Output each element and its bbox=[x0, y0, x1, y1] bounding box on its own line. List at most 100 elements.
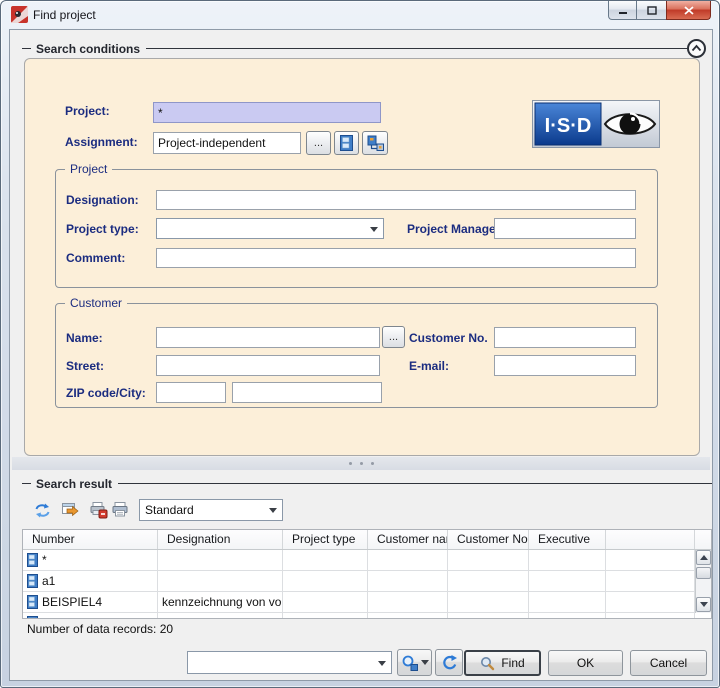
table-cell[interactable] bbox=[606, 592, 695, 612]
collapse-search-conditions-button[interactable] bbox=[687, 39, 706, 58]
table-row[interactable] bbox=[23, 613, 695, 619]
table-cell[interactable] bbox=[606, 571, 695, 591]
table-cell[interactable] bbox=[283, 592, 368, 612]
print-button[interactable] bbox=[108, 498, 132, 522]
result-view-select[interactable]: Standard bbox=[139, 499, 283, 521]
export-result-button[interactable] bbox=[58, 498, 82, 522]
ok-button[interactable]: OK bbox=[548, 650, 623, 676]
column-header[interactable]: Designation bbox=[158, 530, 283, 549]
table-cell[interactable] bbox=[606, 613, 695, 619]
city-input[interactable] bbox=[232, 382, 382, 403]
table-row[interactable]: BEISPIEL4kennzeichnung von von bbox=[23, 592, 695, 613]
customer-no-input[interactable] bbox=[494, 327, 636, 348]
find-button-label: Find bbox=[501, 656, 524, 670]
project-icon bbox=[27, 553, 38, 567]
result-table: NumberDesignationProject typeCustomer na… bbox=[22, 529, 712, 619]
dropdown-caret-icon bbox=[269, 508, 277, 513]
printer-icon bbox=[111, 501, 130, 519]
table-row[interactable]: a1 bbox=[23, 571, 695, 592]
table-cell[interactable] bbox=[368, 592, 448, 612]
table-cell[interactable]: kennzeichnung von von bbox=[158, 592, 283, 612]
zip-input[interactable] bbox=[156, 382, 226, 403]
table-cell[interactable] bbox=[529, 571, 606, 591]
splitter-dot bbox=[349, 462, 352, 465]
cabinet-icon bbox=[340, 135, 353, 151]
table-cell[interactable] bbox=[448, 613, 529, 619]
designation-input[interactable] bbox=[156, 190, 636, 210]
scroll-up-button[interactable] bbox=[696, 550, 711, 565]
assignment-input[interactable] bbox=[153, 132, 301, 154]
close-icon bbox=[684, 6, 694, 15]
sync-icon bbox=[33, 501, 52, 520]
project-type-select[interactable] bbox=[156, 218, 384, 239]
refresh-result-button[interactable] bbox=[30, 498, 54, 522]
search-conditions-header: Search conditions bbox=[22, 39, 706, 58]
column-header[interactable]: Customer name bbox=[368, 530, 448, 549]
column-header[interactable]: Executive bbox=[529, 530, 606, 549]
magnifier-icon bbox=[480, 656, 495, 671]
print-delete-button[interactable] bbox=[86, 498, 110, 522]
project-group: Project Designation: Project type: Proje… bbox=[55, 169, 658, 288]
table-row[interactable]: * bbox=[23, 550, 695, 571]
column-header[interactable] bbox=[606, 530, 695, 549]
search-result-title: Search result bbox=[36, 477, 118, 491]
dialog-client-area: Search conditions Project: Assignment: .… bbox=[9, 29, 713, 681]
table-cell[interactable] bbox=[529, 613, 606, 619]
table-cell[interactable] bbox=[368, 550, 448, 570]
email-input[interactable] bbox=[494, 355, 636, 376]
search-conditions-panel: Project: Assignment: ... bbox=[24, 58, 700, 456]
project-manager-input[interactable] bbox=[494, 218, 636, 239]
minimize-button[interactable] bbox=[608, 1, 637, 20]
save-search-button[interactable] bbox=[397, 649, 432, 676]
table-cell[interactable] bbox=[606, 550, 695, 570]
comment-input[interactable] bbox=[156, 248, 636, 268]
table-cell[interactable] bbox=[368, 613, 448, 619]
find-project-window: Find project Search conditions Projec bbox=[0, 0, 720, 688]
find-button[interactable]: Find bbox=[464, 650, 541, 676]
window-title: Find project bbox=[33, 8, 96, 22]
maximize-button[interactable] bbox=[637, 1, 666, 20]
table-cell[interactable] bbox=[448, 571, 529, 591]
table-cell[interactable]: * bbox=[23, 550, 158, 570]
table-cell[interactable] bbox=[23, 613, 158, 619]
printer-delete-icon bbox=[89, 501, 108, 519]
cancel-button[interactable]: Cancel bbox=[630, 650, 707, 676]
scrollbar-thumb[interactable] bbox=[696, 567, 711, 579]
table-cell[interactable] bbox=[158, 613, 283, 619]
street-label: Street: bbox=[66, 359, 104, 373]
table-cell[interactable] bbox=[283, 613, 368, 619]
splitter-handle[interactable] bbox=[12, 457, 710, 470]
assignment-browse-button[interactable]: ... bbox=[306, 131, 331, 155]
table-cell[interactable] bbox=[158, 550, 283, 570]
table-cell[interactable] bbox=[529, 592, 606, 612]
street-input[interactable] bbox=[156, 355, 380, 376]
assignment-structure-button[interactable] bbox=[362, 131, 388, 155]
table-cell[interactable] bbox=[448, 550, 529, 570]
customer-name-input[interactable] bbox=[156, 327, 380, 348]
titlebar[interactable]: Find project bbox=[1, 1, 719, 29]
customer-name-label: Name: bbox=[66, 331, 103, 345]
saved-search-select[interactable] bbox=[187, 651, 392, 674]
maximize-icon bbox=[647, 6, 657, 15]
table-cell[interactable] bbox=[283, 571, 368, 591]
close-button[interactable] bbox=[666, 1, 711, 20]
project-icon bbox=[27, 574, 38, 588]
table-cell[interactable] bbox=[448, 592, 529, 612]
app-icon bbox=[11, 6, 28, 23]
table-cell[interactable] bbox=[283, 550, 368, 570]
column-header[interactable]: Project type bbox=[283, 530, 368, 549]
project-icon bbox=[27, 595, 38, 609]
vertical-scrollbar[interactable] bbox=[695, 550, 711, 613]
table-cell[interactable] bbox=[368, 571, 448, 591]
column-header[interactable]: Customer No bbox=[448, 530, 529, 549]
assignment-document-button[interactable] bbox=[334, 131, 359, 155]
customer-browse-button[interactable]: ... bbox=[382, 326, 405, 348]
scroll-down-button[interactable] bbox=[696, 597, 711, 612]
reload-button[interactable] bbox=[435, 649, 463, 676]
column-header[interactable]: Number bbox=[23, 530, 158, 549]
table-cell[interactable]: a1 bbox=[23, 571, 158, 591]
table-cell[interactable] bbox=[158, 571, 283, 591]
project-input[interactable] bbox=[153, 102, 381, 123]
table-cell[interactable]: BEISPIEL4 bbox=[23, 592, 158, 612]
table-cell[interactable] bbox=[529, 550, 606, 570]
